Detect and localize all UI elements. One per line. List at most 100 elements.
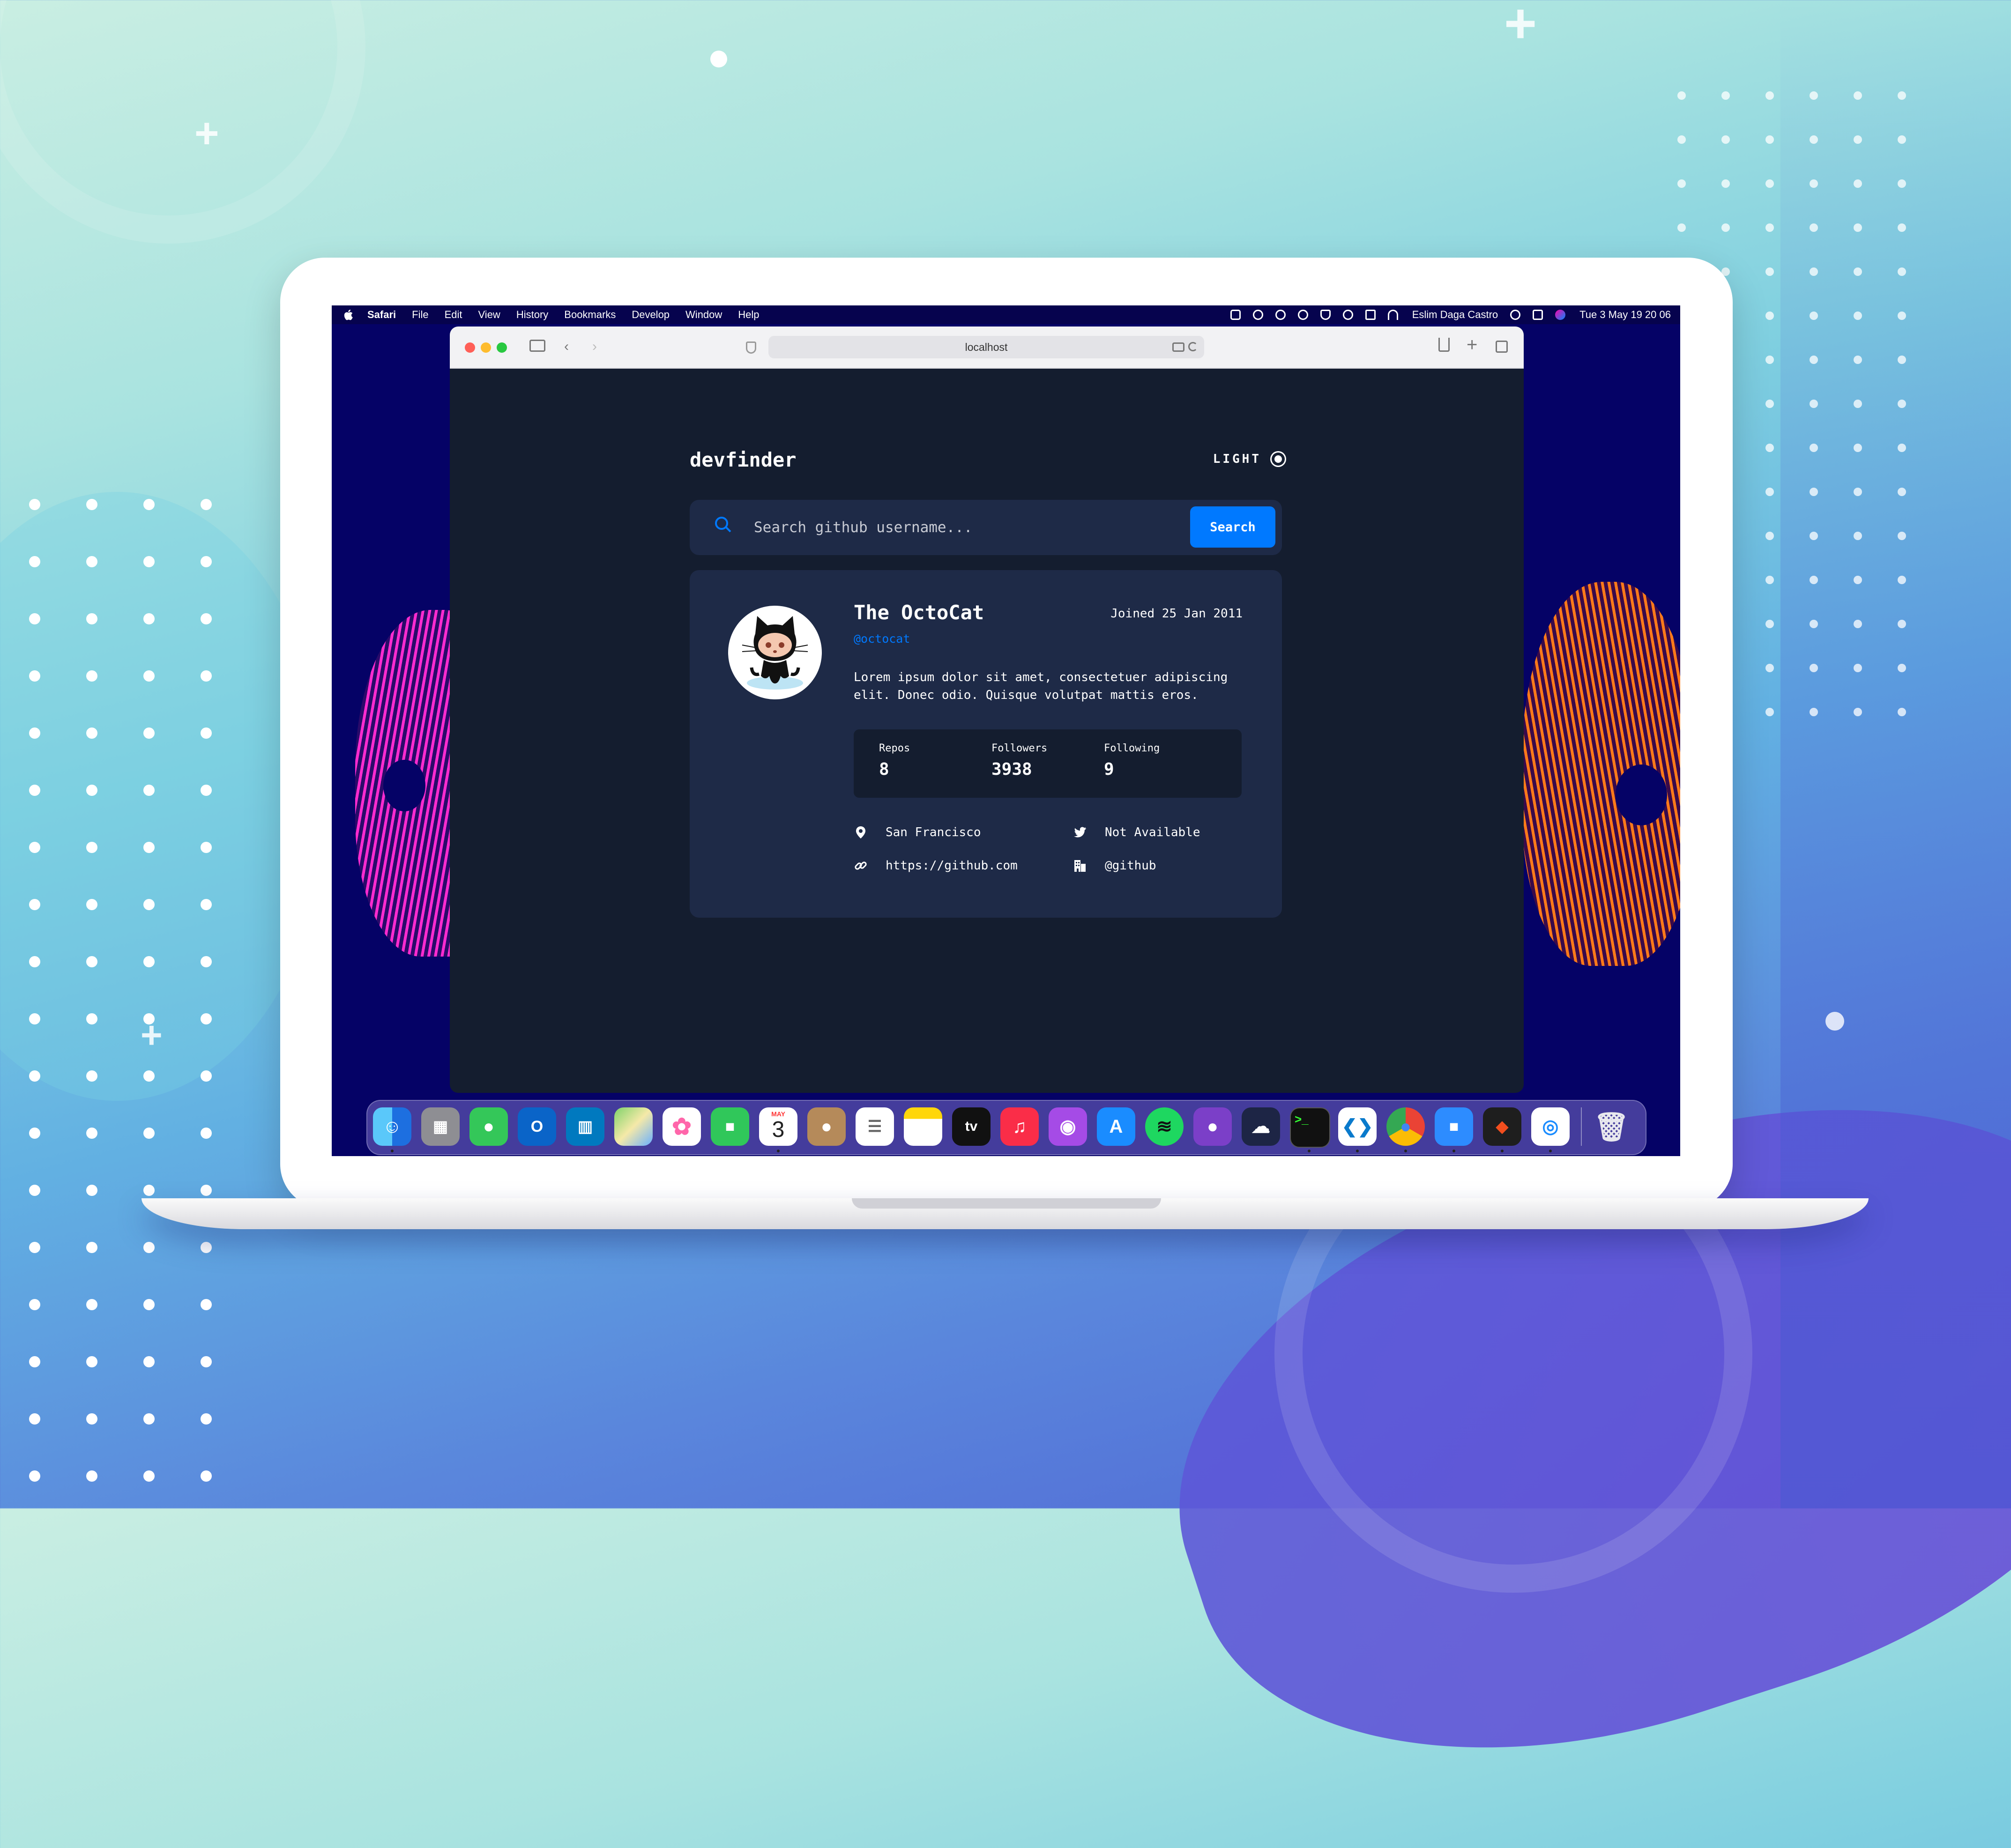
dock-photos-icon[interactable]: ✿ [663, 1107, 701, 1146]
location-text: San Francisco [886, 825, 981, 839]
facetime-camera-glyph: ■ [725, 1117, 735, 1136]
background-dot [86, 670, 97, 682]
reload-icon[interactable] [1188, 342, 1198, 351]
dock-messages-icon[interactable]: ● [469, 1107, 508, 1146]
chrome-center-glyph: ● [1400, 1116, 1412, 1137]
status-clock-icon[interactable] [1342, 310, 1353, 320]
dock-notes-icon[interactable] [904, 1107, 942, 1146]
company-info[interactable]: @github [1073, 859, 1156, 873]
address-bar[interactable]: localhost [768, 336, 1204, 358]
dock-app-store-icon[interactable]: A [1097, 1107, 1135, 1146]
zoom-window-button[interactable] [497, 342, 507, 353]
dock-spotify-icon[interactable]: ≋ [1145, 1107, 1184, 1146]
dock-finder-icon[interactable]: ☺ [373, 1107, 411, 1146]
calendar-day: 3 [772, 1117, 785, 1142]
share-icon[interactable] [1438, 338, 1450, 352]
translate-icon[interactable] [1172, 342, 1184, 352]
background-dot [1765, 532, 1774, 540]
menu-develop[interactable]: Develop [632, 309, 670, 321]
siri-icon[interactable] [1555, 310, 1566, 320]
dock-facetime-icon[interactable]: ■ [711, 1107, 749, 1146]
twitter-text: Not Available [1105, 825, 1200, 839]
back-icon[interactable]: ‹ [564, 340, 569, 354]
background-dot [1854, 400, 1862, 408]
background-dot [143, 499, 155, 510]
sidebar-toggle-icon[interactable] [529, 340, 545, 352]
dock-vscode-icon[interactable]: ❮❯ [1338, 1107, 1377, 1146]
menu-app-name[interactable]: Safari [367, 309, 396, 321]
dock-trash-icon[interactable]: 🗑 [1592, 1107, 1631, 1146]
new-tab-icon[interactable]: + [1467, 335, 1477, 354]
launchpad-grid-glyph: ▦ [432, 1118, 448, 1136]
wifi-icon[interactable] [1387, 310, 1398, 320]
dock-launchpad-icon[interactable]: ▦ [421, 1107, 460, 1146]
status-app-icon[interactable] [1297, 310, 1308, 320]
dock-podcasts-icon[interactable]: ◉ [1049, 1107, 1087, 1146]
dock-cloudapp-icon[interactable]: ☁ [1242, 1107, 1280, 1146]
status-shield-icon[interactable] [1320, 310, 1331, 320]
dock-safari-icon[interactable]: ◎ [1531, 1107, 1570, 1146]
background-dot [1898, 576, 1906, 584]
vscode-glyph: ❮❯ [1341, 1116, 1373, 1137]
forward-icon[interactable]: › [592, 340, 597, 354]
dock-maps-icon[interactable] [614, 1107, 653, 1146]
stat-repos: Repos 8 [879, 742, 910, 779]
dock-trello-icon[interactable]: ▥ [566, 1107, 604, 1146]
dock-contacts-icon[interactable]: ● [807, 1107, 846, 1146]
status-cloud-icon[interactable] [1252, 310, 1263, 320]
menu-view[interactable]: View [478, 309, 500, 321]
background-dot [29, 1070, 40, 1082]
menu-help[interactable]: Help [738, 309, 759, 321]
link-icon [854, 859, 868, 873]
background-dot [29, 613, 40, 624]
plus-icon: + [1504, 0, 1537, 55]
menu-user-name[interactable]: Eslim Daga Castro [1412, 309, 1498, 321]
background-dot [143, 1242, 155, 1253]
close-window-button[interactable] [465, 342, 475, 353]
safari-window: ‹ › localhost + devfinder LIGHT Search g… [450, 327, 1524, 1093]
menu-file[interactable]: File [412, 309, 428, 321]
control-center-icon[interactable] [1533, 310, 1543, 320]
dock-zoom-icon[interactable]: ■ [1435, 1107, 1473, 1146]
menu-bookmarks[interactable]: Bookmarks [564, 309, 616, 321]
privacy-shield-icon[interactable] [746, 341, 756, 354]
background-dot [29, 1013, 40, 1024]
search-input[interactable] [753, 514, 1083, 541]
dock-reminders-icon[interactable]: ☰ [856, 1107, 894, 1146]
apple-icon[interactable] [343, 309, 353, 320]
menu-history[interactable]: History [516, 309, 548, 321]
search-button[interactable]: Search [1190, 506, 1275, 548]
website-info[interactable]: https://github.com [854, 859, 1018, 873]
finder-face-glyph: ☺ [382, 1116, 402, 1137]
tab-overview-icon[interactable] [1496, 341, 1508, 353]
dock-chrome-icon[interactable]: ● [1386, 1107, 1425, 1146]
spotlight-search-icon[interactable] [1510, 310, 1521, 320]
minimize-window-button[interactable] [481, 342, 491, 353]
dock-calendar-icon[interactable]: MAY 3 [759, 1107, 797, 1146]
background-dot [29, 1470, 40, 1482]
dock-github-desktop-icon[interactable]: ● [1193, 1107, 1232, 1146]
contacts-person-glyph: ● [820, 1116, 833, 1137]
background-dot [1765, 576, 1774, 584]
dock-outlook-icon[interactable]: O [518, 1107, 556, 1146]
menu-window[interactable]: Window [685, 309, 722, 321]
status-camera-icon[interactable] [1230, 310, 1241, 320]
theme-toggle[interactable]: LIGHT [1213, 452, 1282, 466]
profile-handle-link[interactable]: @octocat [854, 632, 910, 646]
status-glasses-icon[interactable] [1275, 310, 1286, 320]
background-blob [0, 492, 328, 1101]
dock-tv-icon[interactable]: tv [952, 1107, 991, 1146]
dock-figma-icon[interactable]: ◆ [1483, 1107, 1521, 1146]
company-link[interactable]: @github [1105, 859, 1156, 873]
background-dot [1898, 135, 1906, 144]
dock-terminal-icon[interactable]: >_ [1290, 1107, 1330, 1148]
volume-icon[interactable] [1365, 310, 1376, 320]
menu-edit[interactable]: Edit [445, 309, 462, 321]
background-dot [86, 1413, 97, 1425]
menu-clock[interactable]: Tue 3 May 19 20 06 [1579, 309, 1671, 321]
background-dot [1765, 267, 1774, 276]
background-dot [1765, 620, 1774, 628]
profile-card: The OctoCat Joined 25 Jan 2011 @octocat … [690, 570, 1282, 918]
dock-music-icon[interactable]: ♫ [1000, 1107, 1039, 1146]
website-link[interactable]: https://github.com [886, 859, 1018, 873]
